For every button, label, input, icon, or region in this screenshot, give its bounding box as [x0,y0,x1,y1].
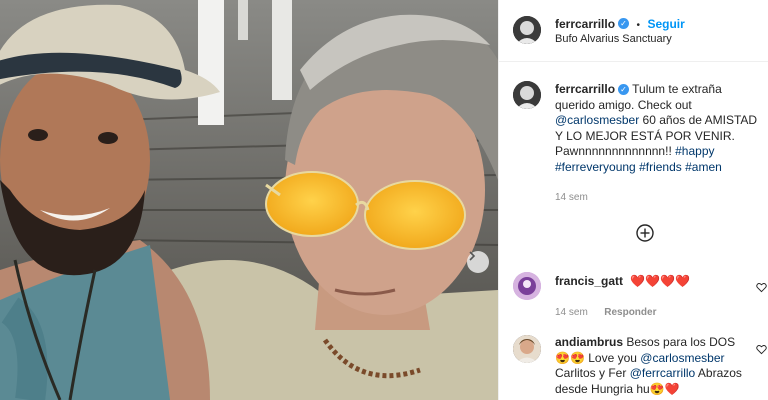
comment-text-line2: Love you [588,350,637,365]
caption-timestamp[interactable]: 14 sem [555,192,588,203]
header-separator: • [636,20,640,31]
post-photo[interactable] [0,0,498,400]
photo-illustration [0,0,498,400]
heart-icon [756,342,767,359]
post-caption: ferrcarrillo ✓ Tulum te extraña querido a… [555,82,760,175]
post-location[interactable]: Bufo Alvarius Sanctuary [555,33,672,45]
like-comment-button[interactable] [756,342,767,355]
post-header: ferrcarrillo ✓ • Seguir Bufo Alvarius San… [499,0,768,62]
commenter-username[interactable]: francis_gatt [555,274,623,288]
heart-icon [756,280,767,297]
caption-author-username[interactable]: ferrcarrillo [555,82,615,96]
post-sidebar: ferrcarrillo ✓ • Seguir Bufo Alvarius San… [498,0,768,400]
reply-button[interactable]: Responder [604,307,656,318]
comment-timestamp[interactable]: 14 sem [555,307,588,318]
plus-circle-icon [636,224,654,246]
next-photo-button[interactable] [467,251,489,273]
load-more-comments-button[interactable] [636,224,654,242]
hashtag-link[interactable]: #happy [675,144,714,158]
follow-button[interactable]: Seguir [647,17,684,31]
hashtag-link[interactable]: #friends [639,160,682,174]
commenter-avatar[interactable] [513,335,541,363]
post-dialog: ferrcarrillo ✓ • Seguir Bufo Alvarius San… [0,0,768,400]
author-avatar[interactable] [513,16,541,44]
comment-text: ❤️❤️❤️❤️ [630,274,691,288]
verified-badge-icon: ✓ [618,18,630,30]
caption-author-avatar[interactable] [513,81,541,109]
author-username[interactable]: ferrcarrillo [555,17,615,31]
comment-text-line1: Besos para los DOS [626,335,736,349]
caption-mention-link[interactable]: @carlosmesber [555,113,639,127]
comment-emoji: 😍😍 [555,350,585,365]
comment-mention-link[interactable]: @ferrcarrillo [630,366,696,380]
like-comment-button[interactable] [756,280,767,293]
hashtag-link[interactable]: #ferreveryoung [555,160,636,174]
hashtag-link[interactable]: #amen [685,160,722,174]
commenter-avatar[interactable] [513,272,541,300]
verified-badge-icon: ✓ [618,84,630,96]
comment-mention-link[interactable]: @carlosmesber [640,351,724,365]
comment-text-line3: Carlitos y Fer [555,366,627,380]
commenter-username[interactable]: andiambrus [555,335,623,349]
